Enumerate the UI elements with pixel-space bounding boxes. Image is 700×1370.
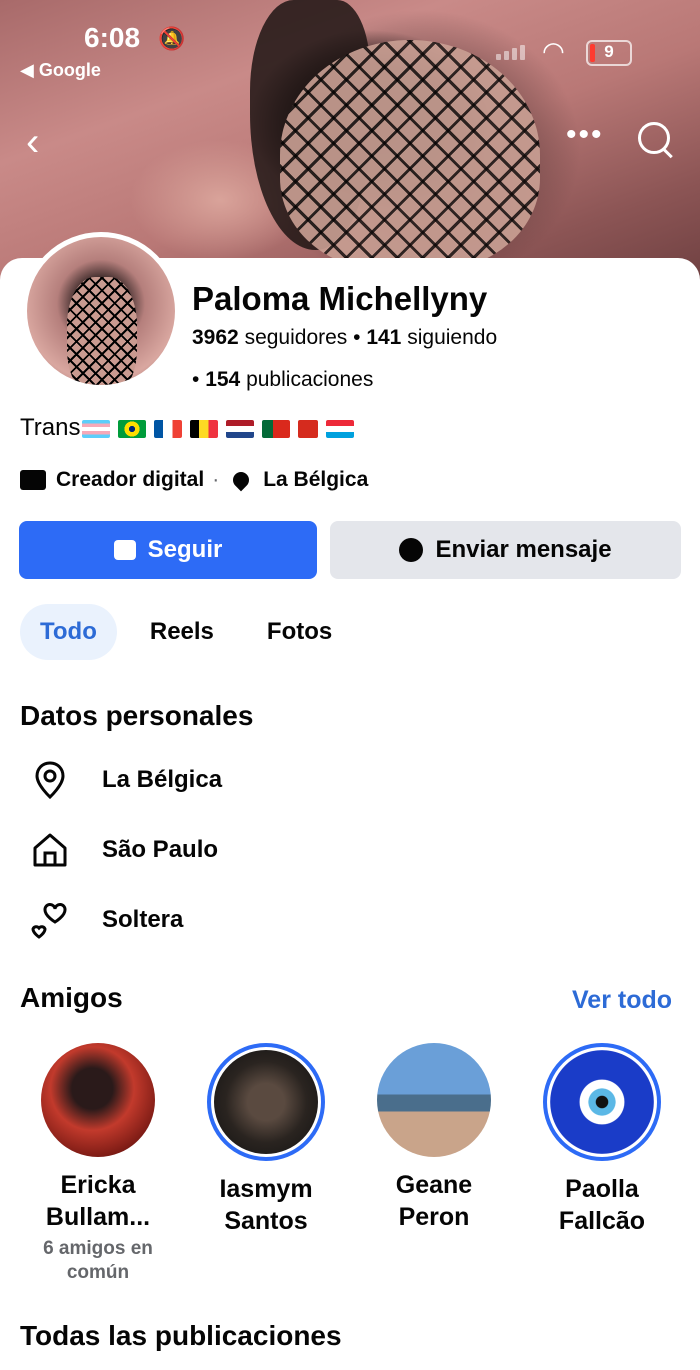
friend-name[interactable]: Ericka Bullam... bbox=[18, 1169, 178, 1233]
friend-name-line2: Santos bbox=[224, 1207, 308, 1235]
friend-avatar[interactable] bbox=[207, 1043, 325, 1161]
profile-location: La Bélgica bbox=[263, 468, 369, 491]
profile-name: Paloma Michellyny bbox=[192, 280, 488, 317]
mutual-friends: 6 amigos en común bbox=[43, 1238, 153, 1283]
followers-label[interactable]: seguidores bbox=[245, 326, 348, 349]
posts-label: publicaciones bbox=[246, 368, 374, 391]
search-icon[interactable] bbox=[638, 122, 670, 154]
friend-name[interactable]: Paolla Fallcão bbox=[522, 1173, 682, 1237]
tab-fotos[interactable]: Fotos bbox=[247, 604, 352, 660]
friend-name-line1: Paolla bbox=[565, 1175, 639, 1203]
friend-name-line2: Bullam... bbox=[45, 1203, 151, 1231]
followers-count[interactable]: 3962 bbox=[192, 326, 239, 349]
signal-icon bbox=[496, 42, 528, 60]
battery-icon: 9 bbox=[586, 40, 632, 66]
cover-figure-shape bbox=[280, 40, 540, 270]
more-options-icon[interactable]: ••• bbox=[566, 118, 604, 152]
follow-button[interactable]: Seguir bbox=[19, 521, 317, 579]
back-to-app-link[interactable]: ◀ Google bbox=[20, 60, 101, 81]
friend-card[interactable]: Paolla Fallcão bbox=[522, 1043, 682, 1237]
friends-title: Amigos bbox=[20, 982, 123, 1013]
info-hometown-label: São Paulo bbox=[102, 836, 219, 863]
friend-name-line2: Peron bbox=[398, 1203, 470, 1231]
profile-tabs: Todo Reels Fotos bbox=[20, 604, 365, 660]
profile-meta: Creador digital · La Bélgica bbox=[20, 468, 368, 492]
following-label[interactable]: siguiendo bbox=[407, 326, 497, 349]
profile-posts-stat: • 154 publicaciones bbox=[192, 368, 373, 392]
belgium-flag-icon bbox=[190, 419, 219, 438]
following-count[interactable]: 141 bbox=[366, 326, 401, 349]
category-icon bbox=[20, 470, 46, 490]
hearts-icon bbox=[30, 900, 70, 940]
all-posts-title: Todas las publicaciones bbox=[20, 1320, 342, 1351]
luxembourg-flag-icon bbox=[326, 419, 355, 438]
info-row-relationship: Soltera bbox=[30, 900, 183, 940]
home-icon bbox=[30, 830, 70, 870]
friend-avatar[interactable] bbox=[543, 1043, 661, 1161]
transgender-flag-icon bbox=[82, 419, 111, 438]
friend-card[interactable]: Geane Peron bbox=[354, 1043, 514, 1233]
profile-stats: 3962 seguidores • 141 siguiendo bbox=[192, 326, 497, 350]
see-all-friends-link[interactable]: Ver todo bbox=[572, 986, 672, 1015]
posts-count: 154 bbox=[205, 368, 241, 391]
info-row-hometown: São Paulo bbox=[30, 830, 218, 870]
messenger-icon bbox=[399, 538, 424, 562]
info-location-label: La Bélgica bbox=[102, 766, 223, 793]
friend-name[interactable]: Iasmym Santos bbox=[186, 1173, 346, 1237]
meta-separator: · bbox=[212, 468, 220, 491]
status-time: 6:08 bbox=[84, 22, 141, 53]
location-pin-icon bbox=[229, 468, 253, 492]
tab-reels[interactable]: Reels bbox=[130, 604, 234, 660]
portugal-flag-icon bbox=[262, 419, 291, 438]
friend-name-line1: Iasmym bbox=[219, 1175, 313, 1203]
stats-separator: • bbox=[192, 368, 206, 391]
france-flag-icon bbox=[154, 419, 183, 438]
follow-icon bbox=[113, 540, 136, 560]
profile-bio: Trans bbox=[20, 414, 355, 442]
friend-avatar[interactable] bbox=[41, 1043, 155, 1157]
brazil-flag-icon bbox=[118, 419, 147, 438]
send-message-button[interactable]: Enviar mensaje bbox=[330, 521, 681, 579]
switzerland-flag-icon bbox=[298, 419, 319, 438]
friend-name[interactable]: Geane Peron bbox=[354, 1169, 514, 1233]
location-pin-icon bbox=[30, 760, 70, 800]
stats-separator: • bbox=[353, 326, 367, 349]
back-arrow-icon[interactable]: ‹ bbox=[26, 120, 39, 165]
info-row-location: La Bélgica bbox=[30, 760, 222, 800]
friend-name-line1: Geane bbox=[395, 1171, 473, 1199]
bio-text: Trans bbox=[20, 414, 81, 441]
netherlands-flag-icon bbox=[226, 419, 255, 438]
friend-avatar[interactable] bbox=[377, 1043, 491, 1157]
battery-level: 9 bbox=[604, 42, 614, 61]
tab-todo[interactable]: Todo bbox=[20, 604, 117, 660]
friend-name-line2: Fallcão bbox=[558, 1207, 646, 1235]
follow-label: Seguir bbox=[147, 536, 223, 563]
info-relationship-label: Soltera bbox=[102, 906, 184, 933]
wifi-icon: ◠ bbox=[542, 36, 565, 66]
friend-card[interactable]: Iasmym Santos bbox=[186, 1043, 346, 1237]
personal-info-title: Datos personales bbox=[20, 700, 254, 731]
friend-card[interactable]: Ericka Bullam... 6 amigos en común bbox=[18, 1043, 178, 1285]
friend-name-line1: Ericka bbox=[60, 1171, 136, 1199]
status-bar: 6:08 🔕 ◀ Google ◠ 9 bbox=[0, 22, 700, 80]
profile-category: Creador digital bbox=[56, 468, 205, 491]
profile-avatar[interactable] bbox=[22, 232, 180, 390]
message-label: Enviar mensaje bbox=[435, 536, 612, 563]
bell-muted-icon: 🔕 bbox=[158, 26, 186, 51]
